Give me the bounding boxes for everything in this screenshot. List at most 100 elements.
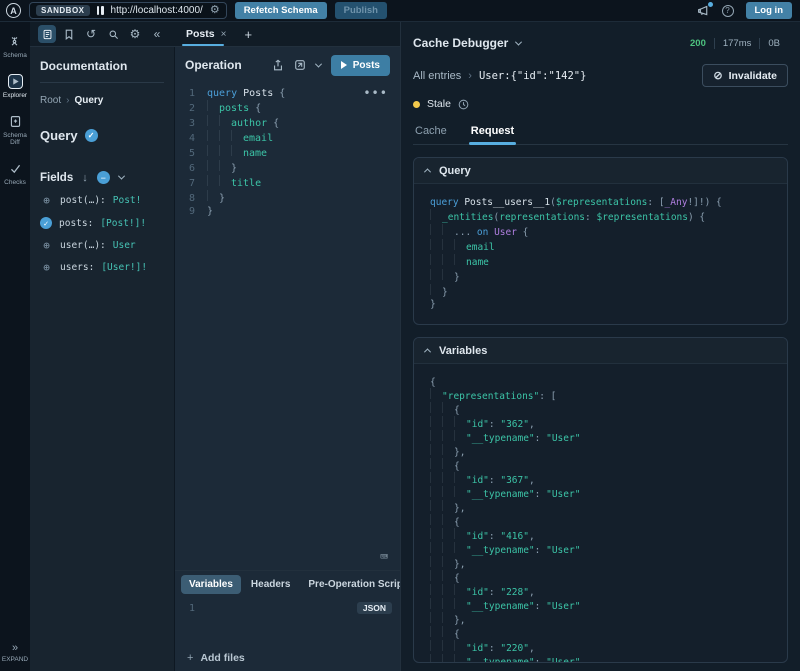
variables-section: Variables {"representations": [{"id": "3… bbox=[413, 337, 788, 663]
field-row-post[interactable]: ⊕ post(…): Post! bbox=[40, 195, 164, 206]
tab-cache[interactable]: Cache bbox=[413, 119, 449, 144]
response-size: 0B bbox=[759, 38, 788, 49]
invalidate-button[interactable]: ⊘ Invalidate bbox=[702, 64, 788, 87]
sidebar-item-explorer[interactable]: Explorer bbox=[3, 74, 27, 100]
cache-request-tabs: Cache Request bbox=[413, 119, 788, 145]
keyboard-shortcuts-icon[interactable]: ⌨ bbox=[380, 551, 388, 564]
field-row-posts[interactable]: ✓ posts: [Post!]! bbox=[40, 217, 164, 229]
operation-panel: Operation Posts bbox=[175, 47, 400, 671]
cache-breadcrumb: All entries › User:{"id":"142"} bbox=[413, 70, 586, 82]
login-button[interactable]: Log in bbox=[746, 2, 793, 19]
add-field-icon[interactable]: ⊕ bbox=[40, 262, 53, 273]
collapse-chevron-up-icon bbox=[424, 348, 431, 355]
refetch-schema-button[interactable]: Refetch Schema bbox=[235, 2, 327, 19]
left-nav-rail: Schema Explorer Schema Diff Checks bbox=[0, 22, 30, 671]
tab-variables[interactable]: Variables bbox=[181, 575, 241, 594]
operation-editor[interactable]: 1query Posts {2posts {3author {4email5na… bbox=[175, 83, 400, 570]
add-field-icon[interactable]: ⊕ bbox=[40, 240, 53, 251]
announcements-icon[interactable] bbox=[697, 4, 710, 17]
pause-icon[interactable] bbox=[97, 6, 104, 15]
settings-gear-icon[interactable]: ⚙ bbox=[126, 25, 144, 43]
cache-debugger-panel: Cache Debugger 200 177ms 0B All entries … bbox=[400, 22, 800, 671]
variables-editor[interactable]: 1 JSON bbox=[175, 597, 400, 644]
fields-header: Fields ↓ − bbox=[40, 171, 164, 184]
play-icon bbox=[341, 61, 347, 69]
type-selected-check-icon: ✓ bbox=[85, 129, 98, 142]
sidebar-item-schema[interactable]: Schema bbox=[3, 34, 27, 60]
stale-status-dot bbox=[413, 101, 420, 108]
apollo-logo: A bbox=[6, 3, 21, 18]
query-section: Query query Posts__users__1($representat… bbox=[413, 157, 788, 325]
bookmark-icon[interactable] bbox=[60, 25, 78, 43]
sort-icon[interactable]: ↓ bbox=[82, 172, 88, 184]
status-code: 200 bbox=[682, 38, 714, 49]
operation-title: Operation bbox=[185, 58, 262, 72]
expand-icon: » bbox=[12, 642, 18, 654]
breadcrumb-all-entries[interactable]: All entries bbox=[413, 70, 461, 82]
field-type[interactable]: User bbox=[113, 240, 136, 251]
schema-icon bbox=[7, 34, 22, 49]
share-icon[interactable] bbox=[272, 59, 284, 72]
expand-sidebar-button[interactable]: » EXPAND bbox=[2, 642, 28, 663]
breadcrumb-entity: User:{"id":"142"} bbox=[479, 70, 586, 82]
help-icon[interactable]: ? bbox=[722, 5, 734, 17]
breadcrumb-root[interactable]: Root bbox=[40, 95, 61, 106]
operation-header: Operation Posts bbox=[175, 47, 400, 83]
sidebar-item-checks[interactable]: Checks bbox=[4, 161, 26, 187]
endpoint-url[interactable]: http://localhost:4000/ bbox=[111, 5, 203, 16]
variables-line-number: 1 bbox=[175, 603, 195, 614]
sidebar-item-schema-diff[interactable]: Schema Diff bbox=[0, 114, 30, 148]
operation-tab-posts[interactable]: Posts × bbox=[180, 22, 232, 46]
response-view-dropdown[interactable]: Cache Debugger bbox=[413, 36, 521, 50]
operation-bottom-tabs: Variables Headers Pre-Operation Script P… bbox=[175, 571, 400, 597]
query-section-header[interactable]: Query bbox=[414, 158, 787, 184]
tab-pre-operation-script[interactable]: Pre-Operation Script bbox=[300, 575, 400, 594]
notification-dot bbox=[708, 2, 713, 7]
field-row-user[interactable]: ⊕ user(…): User bbox=[40, 240, 164, 251]
staleness-label: Stale bbox=[427, 98, 451, 110]
variables-section-header[interactable]: Variables bbox=[414, 338, 787, 364]
run-operation-button[interactable]: Posts bbox=[331, 55, 390, 76]
endpoint-url-bar[interactable]: SANDBOX http://localhost:4000/ ⚙ bbox=[29, 2, 227, 19]
breadcrumb-current: Query bbox=[74, 95, 103, 106]
add-field-icon[interactable]: ⊕ bbox=[40, 195, 53, 206]
type-heading: Query ✓ bbox=[40, 128, 164, 143]
run-options-chevron-down-icon[interactable] bbox=[315, 60, 322, 67]
checks-icon bbox=[8, 161, 23, 176]
documentation-title: Documentation bbox=[40, 59, 164, 83]
field-type[interactable]: Post! bbox=[113, 195, 142, 206]
search-icon[interactable] bbox=[104, 25, 122, 43]
explorer-toolbar: ↺ ⚙ « Posts × + bbox=[30, 22, 400, 47]
tab-headers[interactable]: Headers bbox=[243, 575, 298, 594]
field-type[interactable]: [User!]! bbox=[101, 262, 147, 273]
doc-breadcrumb: Root › Query bbox=[40, 95, 164, 106]
fields-chevron-down-icon[interactable] bbox=[118, 173, 125, 180]
line-actions-ellipsis-icon[interactable]: ••• bbox=[363, 87, 388, 100]
top-bar: A SANDBOX http://localhost:4000/ ⚙ Refet… bbox=[0, 0, 800, 22]
schema-diff-icon bbox=[8, 114, 23, 129]
documentation-panel: Documentation Root › Query Query ✓ Field… bbox=[30, 47, 175, 671]
dropdown-chevron-down-icon bbox=[515, 38, 522, 45]
publish-button[interactable]: Publish bbox=[335, 2, 387, 19]
field-selected-check-icon[interactable]: ✓ bbox=[40, 217, 52, 229]
explorer-icon bbox=[8, 74, 23, 89]
filter-selected-icon[interactable]: − bbox=[97, 171, 110, 184]
variables-section-code[interactable]: {"representations": [{"id": "362","__typ… bbox=[414, 364, 787, 662]
connection-settings-gear-icon[interactable]: ⚙ bbox=[210, 5, 220, 16]
documentation-panel-toggle[interactable] bbox=[38, 25, 56, 43]
clock-icon[interactable] bbox=[458, 99, 469, 110]
query-section-code[interactable]: query Posts__users__1($representations: … bbox=[414, 184, 787, 324]
response-duration: 177ms bbox=[714, 38, 760, 49]
sandbox-badge: SANDBOX bbox=[36, 5, 90, 16]
export-icon[interactable] bbox=[294, 59, 306, 71]
new-tab-button[interactable]: + bbox=[236, 27, 260, 42]
format-badge[interactable]: JSON bbox=[357, 602, 392, 614]
field-type[interactable]: [Post!]! bbox=[100, 218, 146, 229]
field-row-users[interactable]: ⊕ users: [User!]! bbox=[40, 262, 164, 273]
add-files-button[interactable]: + Add files bbox=[175, 644, 400, 671]
close-tab-icon[interactable]: × bbox=[221, 29, 227, 40]
tab-request[interactable]: Request bbox=[469, 119, 516, 144]
plus-icon: + bbox=[187, 652, 193, 664]
history-icon[interactable]: ↺ bbox=[82, 25, 100, 43]
collapse-panel-icon[interactable]: « bbox=[148, 25, 166, 43]
